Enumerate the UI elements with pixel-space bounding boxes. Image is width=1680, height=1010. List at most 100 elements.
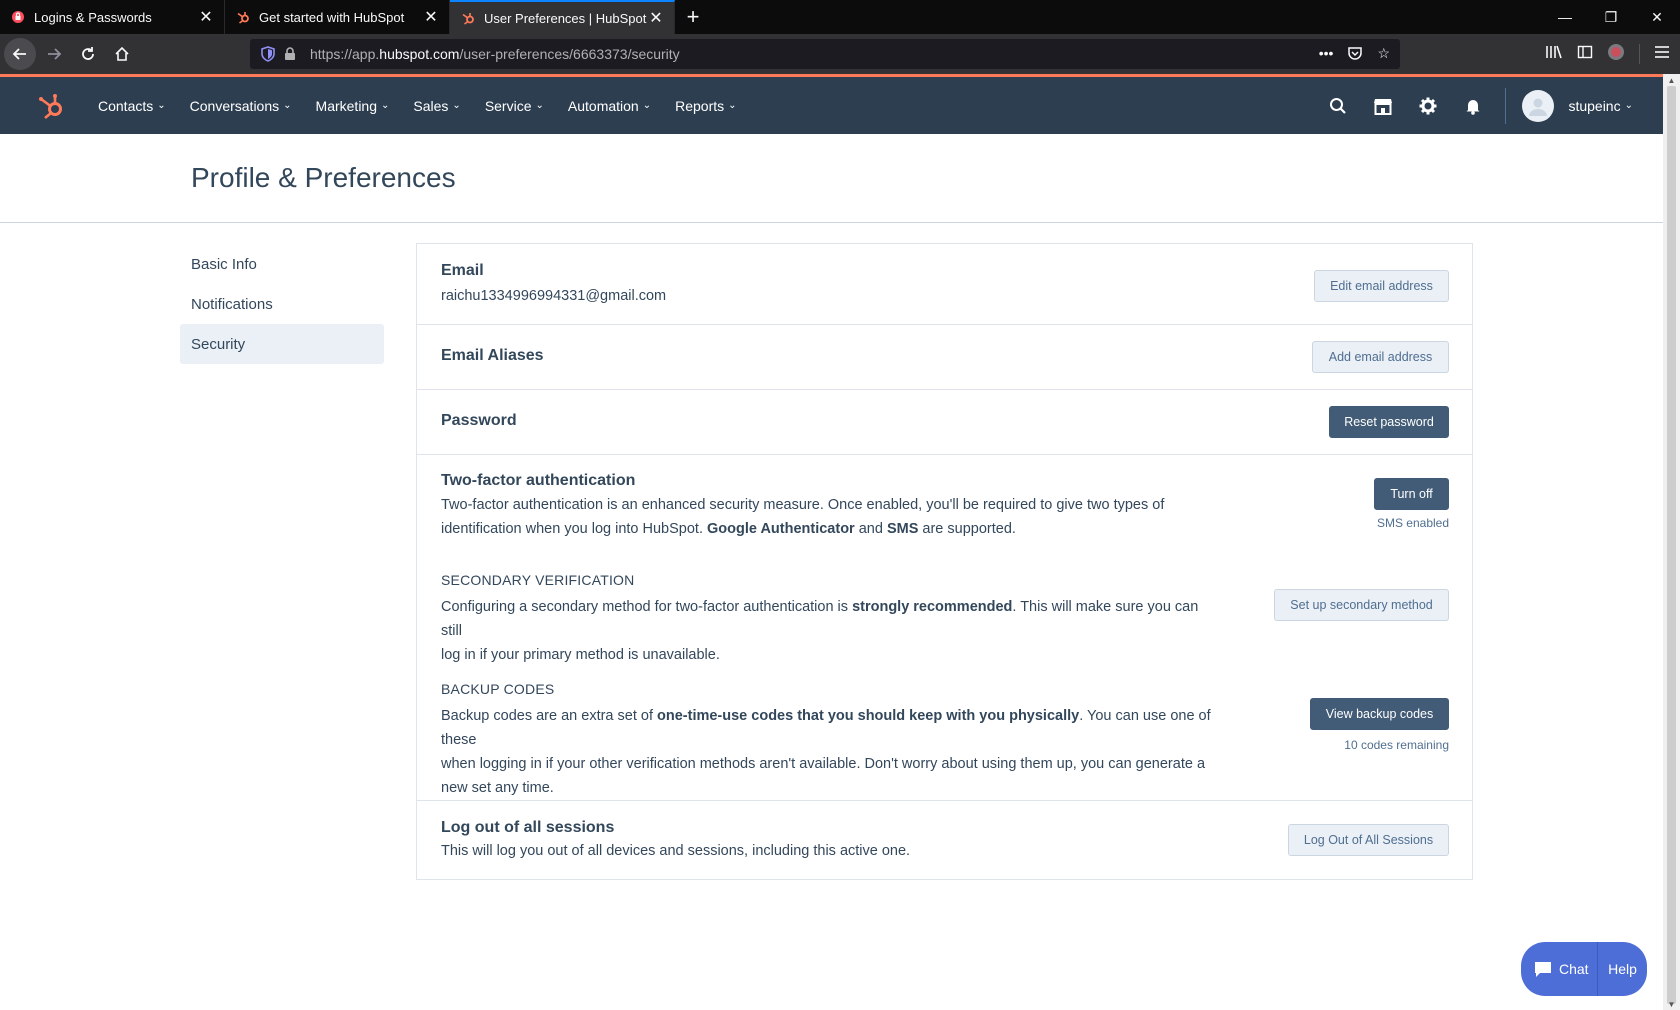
browser-nav-bar: https://app.hubspot.com/user-preferences… bbox=[0, 34, 1680, 74]
email-aliases-section: Email Aliases Add email address bbox=[417, 325, 1472, 390]
account-avatar-icon[interactable] bbox=[1607, 43, 1625, 66]
secondary-verification-title: SECONDARY VERIFICATION bbox=[441, 572, 635, 588]
forward-button[interactable] bbox=[38, 38, 70, 70]
reset-password-button[interactable]: Reset password bbox=[1329, 406, 1449, 438]
sidebar-toggle-icon[interactable] bbox=[1577, 44, 1593, 65]
email-value: raichu1334996994331@gmail.com bbox=[441, 288, 667, 304]
view-backup-codes-button[interactable]: View backup codes bbox=[1310, 698, 1449, 730]
sidebar-item-security[interactable]: Security bbox=[180, 324, 384, 364]
menu-marketing[interactable]: Marketing ⌄ bbox=[304, 98, 402, 114]
preferences-sidebar: Basic Info Notifications Security bbox=[180, 244, 384, 364]
new-tab-button[interactable]: + bbox=[675, 0, 711, 34]
marketplace-icon[interactable] bbox=[1360, 77, 1405, 134]
menu-contacts[interactable]: Contacts ⌄ bbox=[86, 98, 178, 114]
sidebar-item-notifications[interactable]: Notifications bbox=[180, 284, 384, 324]
backup-codes-description: Backup codes are an extra set of one-tim… bbox=[441, 708, 1211, 796]
menu-reports[interactable]: Reports ⌄ bbox=[663, 98, 748, 114]
turn-off-2fa-button[interactable]: Turn off bbox=[1374, 478, 1449, 510]
restore-icon[interactable]: ❐ bbox=[1588, 0, 1634, 34]
email-section: Email raichu1334996994331@gmail.com Edit… bbox=[417, 244, 1472, 325]
two-factor-description: Two-factor authentication is an enhanced… bbox=[441, 497, 1165, 537]
notifications-bell-icon[interactable] bbox=[1450, 77, 1495, 134]
user-avatar[interactable] bbox=[1522, 89, 1555, 122]
reload-button[interactable] bbox=[72, 38, 104, 70]
chat-widget: Chat Help bbox=[1521, 942, 1647, 996]
lockwise-icon bbox=[10, 9, 26, 25]
help-button[interactable]: Help bbox=[1598, 942, 1647, 996]
scrollbar-thumb[interactable] bbox=[1667, 86, 1676, 1004]
more-actions-icon[interactable]: ••• bbox=[1319, 45, 1334, 64]
edit-email-button[interactable]: Edit email address bbox=[1314, 270, 1449, 302]
arrow-right-icon bbox=[48, 48, 62, 60]
address-bar[interactable]: https://app.hubspot.com/user-preferences… bbox=[250, 39, 1400, 69]
menu-sales[interactable]: Sales ⌄ bbox=[401, 98, 472, 114]
scroll-up-arrow-icon[interactable]: ▲ bbox=[1663, 74, 1680, 86]
tracking-shield-icon bbox=[261, 46, 275, 62]
two-factor-title: Two-factor authentication bbox=[441, 472, 636, 489]
two-factor-section: Two-factor authentication Two-factor aut… bbox=[417, 455, 1472, 801]
menu-service[interactable]: Service ⌄ bbox=[473, 98, 556, 114]
browser-tab[interactable]: Logins & Passwords ✕ bbox=[0, 0, 225, 34]
chevron-down-icon: ⌄ bbox=[535, 100, 544, 111]
chevron-down-icon: ⌄ bbox=[728, 100, 737, 111]
close-icon[interactable]: ✕ bbox=[648, 10, 664, 27]
logout-sessions-description: This will log you out of all devices and… bbox=[441, 843, 911, 859]
hubspot-top-nav: Contacts ⌄ Conversations ⌄ Marketing ⌄ Sale… bbox=[0, 77, 1663, 134]
close-window-icon[interactable]: ✕ bbox=[1634, 0, 1680, 34]
chat-bubble-icon bbox=[1535, 962, 1551, 977]
browser-tab[interactable]: Get started with HubSpot ✕ bbox=[225, 0, 450, 34]
library-icon[interactable] bbox=[1545, 44, 1563, 65]
home-button[interactable] bbox=[106, 38, 138, 70]
url-text: https://app.hubspot.com/user-preferences… bbox=[310, 46, 680, 62]
email-title: Email bbox=[441, 262, 484, 279]
tab-title: Logins & Passwords bbox=[34, 9, 152, 25]
window-controls: — ❐ ✕ bbox=[1542, 0, 1680, 34]
codes-remaining: 10 codes remaining bbox=[1344, 738, 1449, 752]
hubspot-icon bbox=[460, 10, 476, 26]
sms-status: SMS enabled bbox=[1376, 516, 1449, 530]
chevron-down-icon: ⌄ bbox=[1624, 100, 1633, 111]
back-button[interactable] bbox=[4, 38, 36, 70]
browser-tab-active[interactable]: User Preferences | HubSpot ✕ bbox=[450, 0, 675, 34]
scroll-down-arrow-icon[interactable]: ▼ bbox=[1663, 998, 1680, 1010]
secondary-verification-description: Configuring a secondary method for two-f… bbox=[441, 599, 1199, 663]
close-icon[interactable]: ✕ bbox=[198, 9, 214, 26]
hubspot-icon bbox=[235, 9, 251, 25]
page-scrollbar[interactable]: ▲ ▼ bbox=[1663, 74, 1680, 1010]
chevron-down-icon: ⌄ bbox=[642, 100, 652, 111]
home-icon bbox=[115, 46, 129, 61]
menu-conversations[interactable]: Conversations ⌄ bbox=[178, 98, 304, 114]
tab-title: User Preferences | HubSpot bbox=[484, 10, 647, 26]
tab-title: Get started with HubSpot bbox=[259, 9, 405, 25]
chat-label: Chat bbox=[1559, 961, 1589, 977]
bookmark-star-icon[interactable]: ☆ bbox=[1377, 45, 1390, 64]
logout-all-sessions-button[interactable]: Log Out of All Sessions bbox=[1288, 824, 1449, 856]
sidebar-item-basic-info[interactable]: Basic Info bbox=[180, 244, 384, 284]
chat-button[interactable]: Chat bbox=[1521, 942, 1597, 996]
account-menu[interactable]: stupeinc ⌄ bbox=[1568, 98, 1633, 114]
search-icon[interactable] bbox=[1315, 77, 1360, 134]
password-section: Password Reset password bbox=[417, 390, 1472, 455]
toolbar-divider bbox=[1639, 44, 1640, 64]
settings-gear-icon[interactable] bbox=[1405, 77, 1450, 134]
lock-icon[interactable] bbox=[284, 47, 298, 61]
logout-sessions-title: Log out of all sessions bbox=[441, 819, 615, 836]
arrow-left-icon bbox=[12, 48, 26, 60]
reload-icon bbox=[82, 47, 94, 60]
user-silhouette-icon bbox=[1529, 98, 1548, 116]
minimize-icon[interactable]: — bbox=[1542, 0, 1588, 34]
chevron-down-icon: ⌄ bbox=[381, 100, 390, 111]
pocket-icon[interactable] bbox=[1347, 45, 1363, 64]
hamburger-menu-icon[interactable] bbox=[1654, 45, 1670, 64]
chevron-down-icon: ⌄ bbox=[157, 100, 166, 111]
close-icon[interactable]: ✕ bbox=[423, 9, 439, 26]
main-menu: Contacts ⌄ Conversations ⌄ Marketing ⌄ Sale… bbox=[86, 98, 749, 114]
page-title: Profile & Preferences bbox=[191, 162, 456, 193]
add-email-button[interactable]: Add email address bbox=[1312, 341, 1449, 373]
hubspot-logo-icon[interactable] bbox=[36, 91, 66, 121]
email-aliases-title: Email Aliases bbox=[441, 347, 544, 364]
menu-automation[interactable]: Automation ⌄ bbox=[556, 98, 663, 114]
browser-tab-bar: Logins & Passwords ✕ Get started with Hu… bbox=[0, 0, 1680, 34]
chevron-down-icon: ⌄ bbox=[452, 100, 461, 111]
setup-secondary-method-button[interactable]: Set up secondary method bbox=[1274, 589, 1449, 621]
